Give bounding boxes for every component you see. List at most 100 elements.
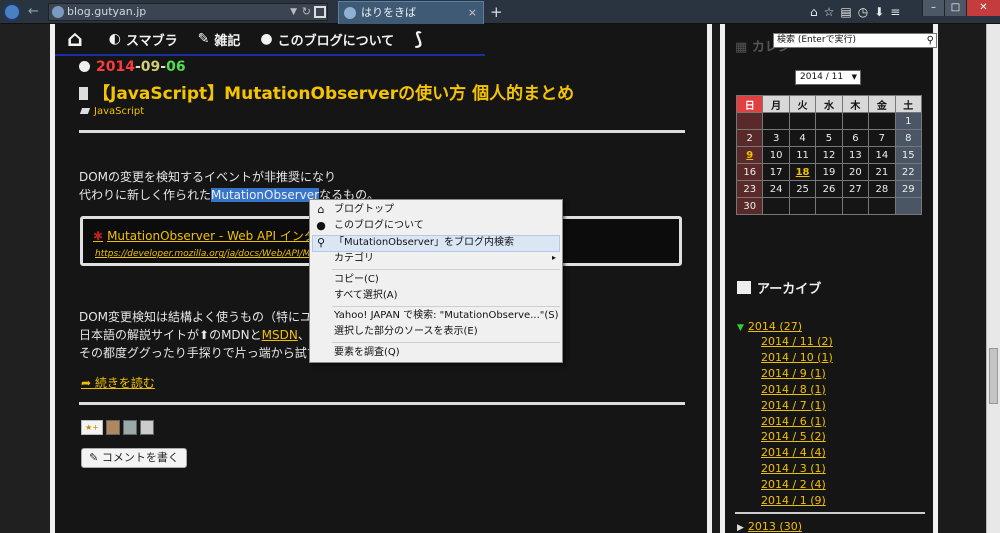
- archive-month-link[interactable]: 2014 / 7 (1): [761, 398, 833, 414]
- calendar-day: 2: [735, 129, 764, 147]
- date-month: 09: [140, 59, 161, 75]
- archive-month-link[interactable]: 2014 / 9 (1): [761, 366, 833, 382]
- calendar-weekday: 火: [788, 95, 817, 113]
- calendar-day: 16: [735, 163, 764, 181]
- home-icon: ⌂: [317, 203, 325, 216]
- star-icon[interactable]: ☆: [824, 3, 835, 21]
- calendar-day: [735, 112, 764, 130]
- window-controls: – □ ✕: [922, 0, 1000, 16]
- web-page: ⌂ ◐ スマブラ ✎ 雑記 ● このブログについて ⟆ 2014-09-06 【…: [0, 24, 1000, 533]
- nav-item-misc[interactable]: ✎ 雑記: [198, 30, 241, 49]
- text-span: 代わりに新しく作られた: [79, 188, 212, 202]
- rss-icon[interactable]: ⟆: [414, 29, 422, 50]
- calendar-day: [815, 112, 843, 130]
- calendar-day: [762, 197, 790, 215]
- calendar-day: 8: [894, 129, 923, 147]
- site-favicon-icon: [52, 6, 64, 18]
- menu-item-yahoo-search[interactable]: Yahoo! JAPAN で検索: "MutationObserve..."(S…: [334, 308, 559, 324]
- calendar-day: 20: [841, 163, 870, 181]
- calendar-day: 14: [868, 146, 896, 164]
- archive-month-link[interactable]: 2014 / 8 (1): [761, 382, 833, 398]
- menu-item-blog-top[interactable]: ブログトップ: [334, 202, 394, 218]
- paragraph-line: DOMの変更を検知するイベントが非推奨になり: [79, 170, 337, 184]
- menu-icon[interactable]: ≡: [890, 3, 900, 21]
- home-icon[interactable]: ⌂: [67, 27, 83, 52]
- selected-text[interactable]: MutationObserver: [211, 188, 320, 202]
- menu-item-view-source[interactable]: 選択した部分のソースを表示(E): [334, 324, 478, 340]
- msdn-link[interactable]: MSDN: [262, 328, 298, 342]
- calendar-day: [841, 197, 870, 215]
- url-bar[interactable]: blog.gutyan.jp ▼ ↻: [48, 3, 328, 21]
- calendar-day: 28: [868, 180, 896, 198]
- menu-item-inspect[interactable]: 要素を調査(Q): [334, 345, 400, 361]
- browser-tab[interactable]: はりをきば ×: [338, 1, 484, 24]
- search-icon[interactable]: ⚲: [927, 34, 934, 47]
- nav-item-smash[interactable]: ◐ スマブラ: [109, 30, 178, 49]
- link-card-title[interactable]: ✱ MutationObserver - Web API インタ: [93, 227, 316, 244]
- calendar-weekday: 月: [762, 95, 790, 113]
- bookmarks-grid-icon[interactable]: [314, 6, 326, 18]
- person-icon: ●: [260, 31, 273, 47]
- write-comment-button[interactable]: ✎ コメントを書く: [81, 448, 187, 468]
- nav-item-label: 雑記: [214, 33, 241, 49]
- url-dropdown-icon[interactable]: ▼: [290, 4, 297, 20]
- archive-month-list: 2014 / 11 (2) 2014 / 10 (1) 2014 / 9 (1) 20…: [761, 334, 833, 509]
- bookmark-icon: [79, 87, 88, 100]
- star-user-avatar[interactable]: [123, 420, 137, 435]
- calendar-day: 7: [868, 129, 896, 147]
- calendar-day[interactable]: 9: [735, 146, 764, 164]
- clipboard-icon[interactable]: ▤: [840, 3, 851, 21]
- calendar-day: 24: [762, 180, 790, 198]
- archive-month-link[interactable]: 2014 / 1 (9): [761, 493, 833, 509]
- archive-month-link[interactable]: 2014 / 3 (1): [761, 461, 833, 477]
- minimize-icon[interactable]: –: [922, 0, 944, 16]
- archive-heading: アーカイブ: [737, 278, 821, 297]
- archive-month-link[interactable]: 2014 / 4 (4): [761, 445, 833, 461]
- calendar-day: 10: [762, 146, 790, 164]
- scrollbar-thumb[interactable]: [989, 348, 998, 404]
- smash-icon: ◐: [108, 31, 121, 47]
- browser-logo-icon[interactable]: [3, 3, 21, 21]
- page-scrollbar[interactable]: [986, 24, 1000, 533]
- calendar-day[interactable]: 18: [788, 163, 817, 181]
- nav-item-about[interactable]: ● このブログについて: [260, 30, 394, 49]
- calendar-day: 21: [868, 163, 896, 181]
- menu-item-about[interactable]: このブログについて: [334, 218, 424, 234]
- text-span: のMDNと: [209, 328, 262, 342]
- archive-month-link[interactable]: 2014 / 5 (2): [761, 429, 833, 445]
- tab-close-icon[interactable]: ×: [468, 2, 477, 23]
- post-tag[interactable]: JavaScript: [79, 106, 144, 117]
- calendar-day: [868, 197, 896, 215]
- new-tab-button[interactable]: +: [490, 2, 503, 22]
- maximize-icon[interactable]: □: [944, 0, 966, 16]
- archive-month-link[interactable]: 2014 / 11 (2): [761, 334, 833, 350]
- calendar-week-row: 2345678: [735, 129, 923, 147]
- month-select[interactable]: 2014 / 11 ▼: [795, 70, 861, 85]
- archive-year-2014[interactable]: ▼ 2014 (27): [737, 320, 802, 333]
- archive-month-link[interactable]: 2014 / 2 (4): [761, 477, 833, 493]
- menu-item-select-all[interactable]: すべて選択(A): [334, 288, 398, 304]
- download-icon[interactable]: ⬇: [874, 3, 884, 21]
- star-user-avatar[interactable]: [106, 420, 120, 435]
- archive-year-2013[interactable]: ▶ 2013 (30): [737, 520, 802, 533]
- menu-item-copy[interactable]: コピー(C): [334, 272, 379, 288]
- calendar-week-row: 16 17 18 19 20 21 22: [735, 163, 923, 181]
- arrow-up-icon: ⬆: [199, 328, 210, 342]
- paragraph-line: DOM変更検知は結構よく使うもの（特にユー: [79, 310, 325, 324]
- history-icon[interactable]: ◷: [858, 3, 868, 21]
- calendar-table: 日月火水木金土 1 2 3 4 5 6 7 8 9 10 11 12 13 14 15 16 17 18 19 20 21…: [735, 95, 923, 215]
- site-nav: ⌂ ◐ スマブラ ✎ 雑記 ● このブログについて ⟆: [55, 24, 485, 56]
- back-icon[interactable]: ←: [28, 4, 44, 20]
- search-input[interactable]: 検索 (Enterで実行) ⚲: [773, 33, 937, 48]
- home-toolbar-icon[interactable]: ⌂: [810, 3, 818, 21]
- menu-item-category[interactable]: カテゴリ: [334, 251, 374, 267]
- archive-month-link[interactable]: 2014 / 6 (1): [761, 414, 833, 430]
- menu-item-search-blog[interactable]: 「MutationObserver」をブログ内検索: [334, 235, 514, 251]
- post-title[interactable]: 【JavaScript】MutationObserverの使い方 個人的まとめ: [79, 79, 574, 104]
- read-more-link[interactable]: ➦ 続きを読む: [81, 374, 155, 391]
- close-window-icon[interactable]: ✕: [966, 0, 1000, 16]
- archive-month-link[interactable]: 2014 / 10 (1): [761, 350, 833, 366]
- add-star-button[interactable]: ★+: [81, 420, 103, 435]
- star-user-avatar[interactable]: [140, 420, 154, 435]
- reload-icon[interactable]: ↻: [302, 4, 311, 20]
